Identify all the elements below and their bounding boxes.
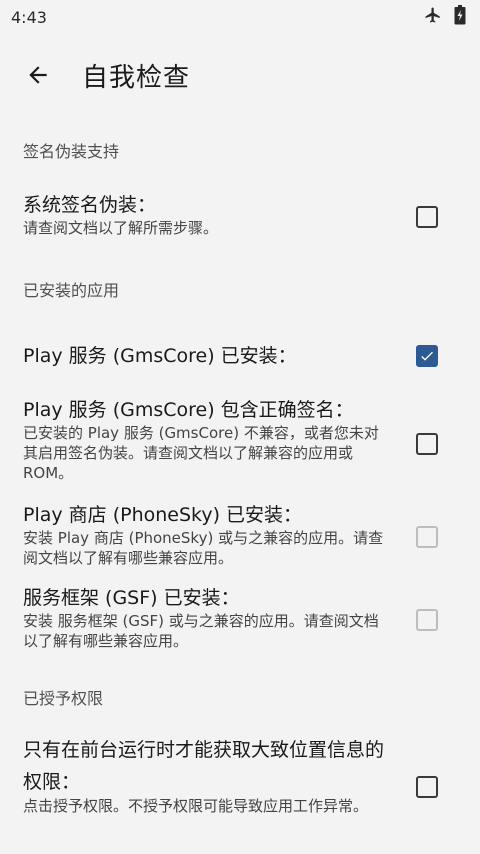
arrow-back-icon xyxy=(29,66,47,84)
item-title: Play 服务 (GmsCore) 已安装： xyxy=(23,345,297,367)
section-header-signature: 签名伪装支持 xyxy=(23,142,120,161)
item-summary: 安装 服务框架 (GSF) 或与之兼容的应用。请查阅文档以了解有哪些兼容应用。 xyxy=(23,612,379,650)
item-title: 系统签名伪装： xyxy=(23,194,157,216)
checkbox-gmscore-installed[interactable] xyxy=(416,345,438,367)
airplane-icon xyxy=(424,6,442,28)
list-item-gsf-installed[interactable]: 服务框架 (GSF) 已安装： 安装 服务框架 (GSF) 或与之兼容的应用。请… xyxy=(0,585,480,651)
item-title: 只有在前台运行时才能获取大致位置信息的权限： xyxy=(23,739,385,793)
item-title: Play 商店 (PhoneSky) 已安装： xyxy=(23,504,303,526)
section-header-permissions: 已授予权限 xyxy=(23,689,104,708)
item-summary: 安装 Play 商店 (PhoneSky) 或与之兼容的应用。请查阅文档以了解有… xyxy=(23,529,384,567)
battery-icon xyxy=(454,5,466,29)
check-icon xyxy=(421,351,433,361)
back-button[interactable] xyxy=(24,61,52,89)
status-bar: 4:43 xyxy=(0,0,480,34)
list-item-gmscore-installed[interactable]: Play 服务 (GmsCore) 已安装： xyxy=(0,343,480,369)
item-summary: 点击授予权限。不授予权限可能导致应用工作异常。 xyxy=(23,797,369,815)
item-summary: 请查阅文档以了解所需步骤。 xyxy=(23,219,219,237)
list-item-phonesky-installed[interactable]: Play 商店 (PhoneSky) 已安装： 安装 Play 商店 (Phon… xyxy=(0,502,480,568)
list-item-gmscore-signature[interactable]: Play 服务 (GmsCore) 包含正确签名： 已安装的 Play 服务 (… xyxy=(0,397,480,483)
item-title: Play 服务 (GmsCore) 包含正确签名： xyxy=(23,399,354,421)
item-title: 服务框架 (GSF) 已安装： xyxy=(23,587,240,609)
app-bar: 自我检查 xyxy=(0,34,480,116)
checkbox-gsf-installed[interactable] xyxy=(416,609,438,631)
page-title: 自我检查 xyxy=(82,62,191,93)
status-time: 4:43 xyxy=(11,7,47,27)
status-icons xyxy=(424,5,466,29)
checkbox-gmscore-signature[interactable] xyxy=(416,433,438,455)
list-item-signature-spoofing[interactable]: 系统签名伪装： 请查阅文档以了解所需步骤。 xyxy=(0,192,480,238)
item-summary: 已安装的 Play 服务 (GmsCore) 不兼容，或者您未对其启用签名伪装。… xyxy=(23,424,379,482)
checkbox-signature-spoofing[interactable] xyxy=(416,206,438,228)
section-header-installed: 已安装的应用 xyxy=(23,281,120,300)
checkbox-phonesky-installed[interactable] xyxy=(416,526,438,548)
checkbox-location-permission[interactable] xyxy=(416,776,438,798)
list-item-location-permission[interactable]: 只有在前台运行时才能获取大致位置信息的权限： 点击授予权限。不授予权限可能导致应… xyxy=(0,734,480,816)
